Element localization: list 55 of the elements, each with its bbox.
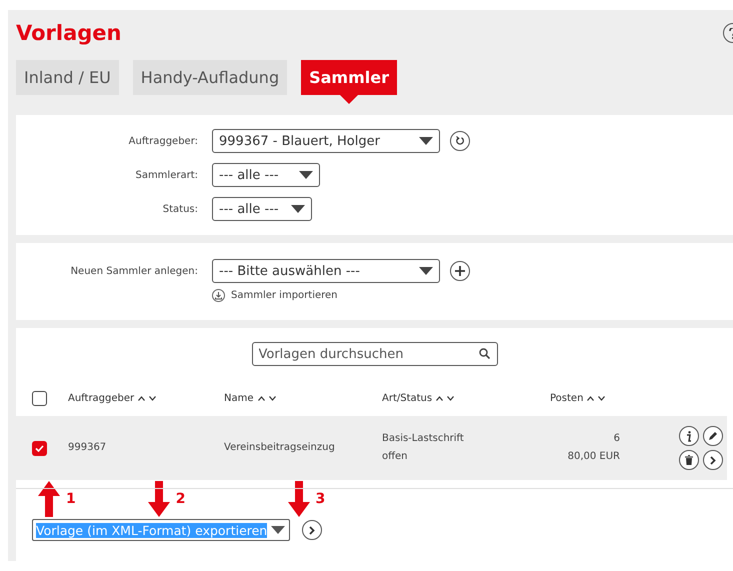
refresh-icon[interactable] [450,131,470,151]
sort-up-icon[interactable] [436,396,444,400]
caret-icon [299,171,313,179]
annotation-number: 1 [66,491,76,507]
column-header[interactable]: Name [224,392,254,404]
table-cell-text: 80,00 EUR [568,450,620,464]
sort-down-icon[interactable] [268,396,276,400]
dropdown[interactable]: --- alle --- [212,197,312,221]
chevron-right-icon[interactable] [302,520,322,540]
page-title: Vorlagen [16,21,122,45]
dropdown[interactable]: 999367 - Blauert, Holger [212,129,440,153]
table-cell-text: Basis-Lastschrift [382,432,464,446]
tab[interactable]: Inland / EU [16,60,119,95]
add-icon[interactable] [450,261,470,281]
arrow-down-icon [148,481,170,517]
caret-icon [271,526,286,534]
sort-up-icon[interactable] [138,396,146,400]
caret-icon [419,267,433,275]
table-cell-text: 999367 [68,441,108,455]
table-cell-text: 6 [614,432,620,446]
trash-icon[interactable] [679,450,699,470]
tab-pointer [340,95,358,104]
sort-down-icon[interactable] [149,396,156,400]
field-label: Auftraggeber: [128,136,198,146]
field-label: Neuen Sammler anlegen: [70,266,198,276]
column-header[interactable]: Art/Status [382,392,432,404]
sort-up-icon[interactable] [258,396,265,400]
table-cell-text: offen [382,450,408,464]
checkbox[interactable] [32,390,47,406]
field-label: Status: [162,204,198,214]
sort-down-icon[interactable] [598,396,606,400]
download-icon[interactable] [212,289,225,302]
caret-icon [419,137,433,145]
sort-up-icon[interactable] [587,396,594,400]
search-field[interactable]: Vorlagen durchsuchen [252,342,498,366]
import-link[interactable]: Sammler importieren [212,289,338,302]
dropdown[interactable]: --- alle --- [212,163,320,187]
checkbox[interactable] [32,440,47,456]
column-header[interactable]: Auftraggeber [68,392,134,404]
chevron-right-icon[interactable] [703,450,723,470]
annotation-number: 3 [316,491,326,507]
table-cell-text: Vereinsbeitragseinzug [224,441,336,455]
annotation-number: 2 [176,491,186,507]
sort-down-icon[interactable] [447,396,454,400]
field-label: Sammlerart: [134,170,198,180]
info-icon[interactable] [679,426,699,446]
pencil-icon[interactable] [703,426,723,446]
caret-icon [291,205,305,213]
column-header[interactable]: Posten [550,392,584,404]
dropdown[interactable]: --- Bitte auswählen --- [212,259,440,283]
check-icon [35,444,44,452]
search-icon[interactable] [478,348,490,359]
arrow-up-icon [38,481,60,517]
arrow-down-icon [288,481,310,517]
tab[interactable]: Handy-Aufladung [132,60,288,95]
